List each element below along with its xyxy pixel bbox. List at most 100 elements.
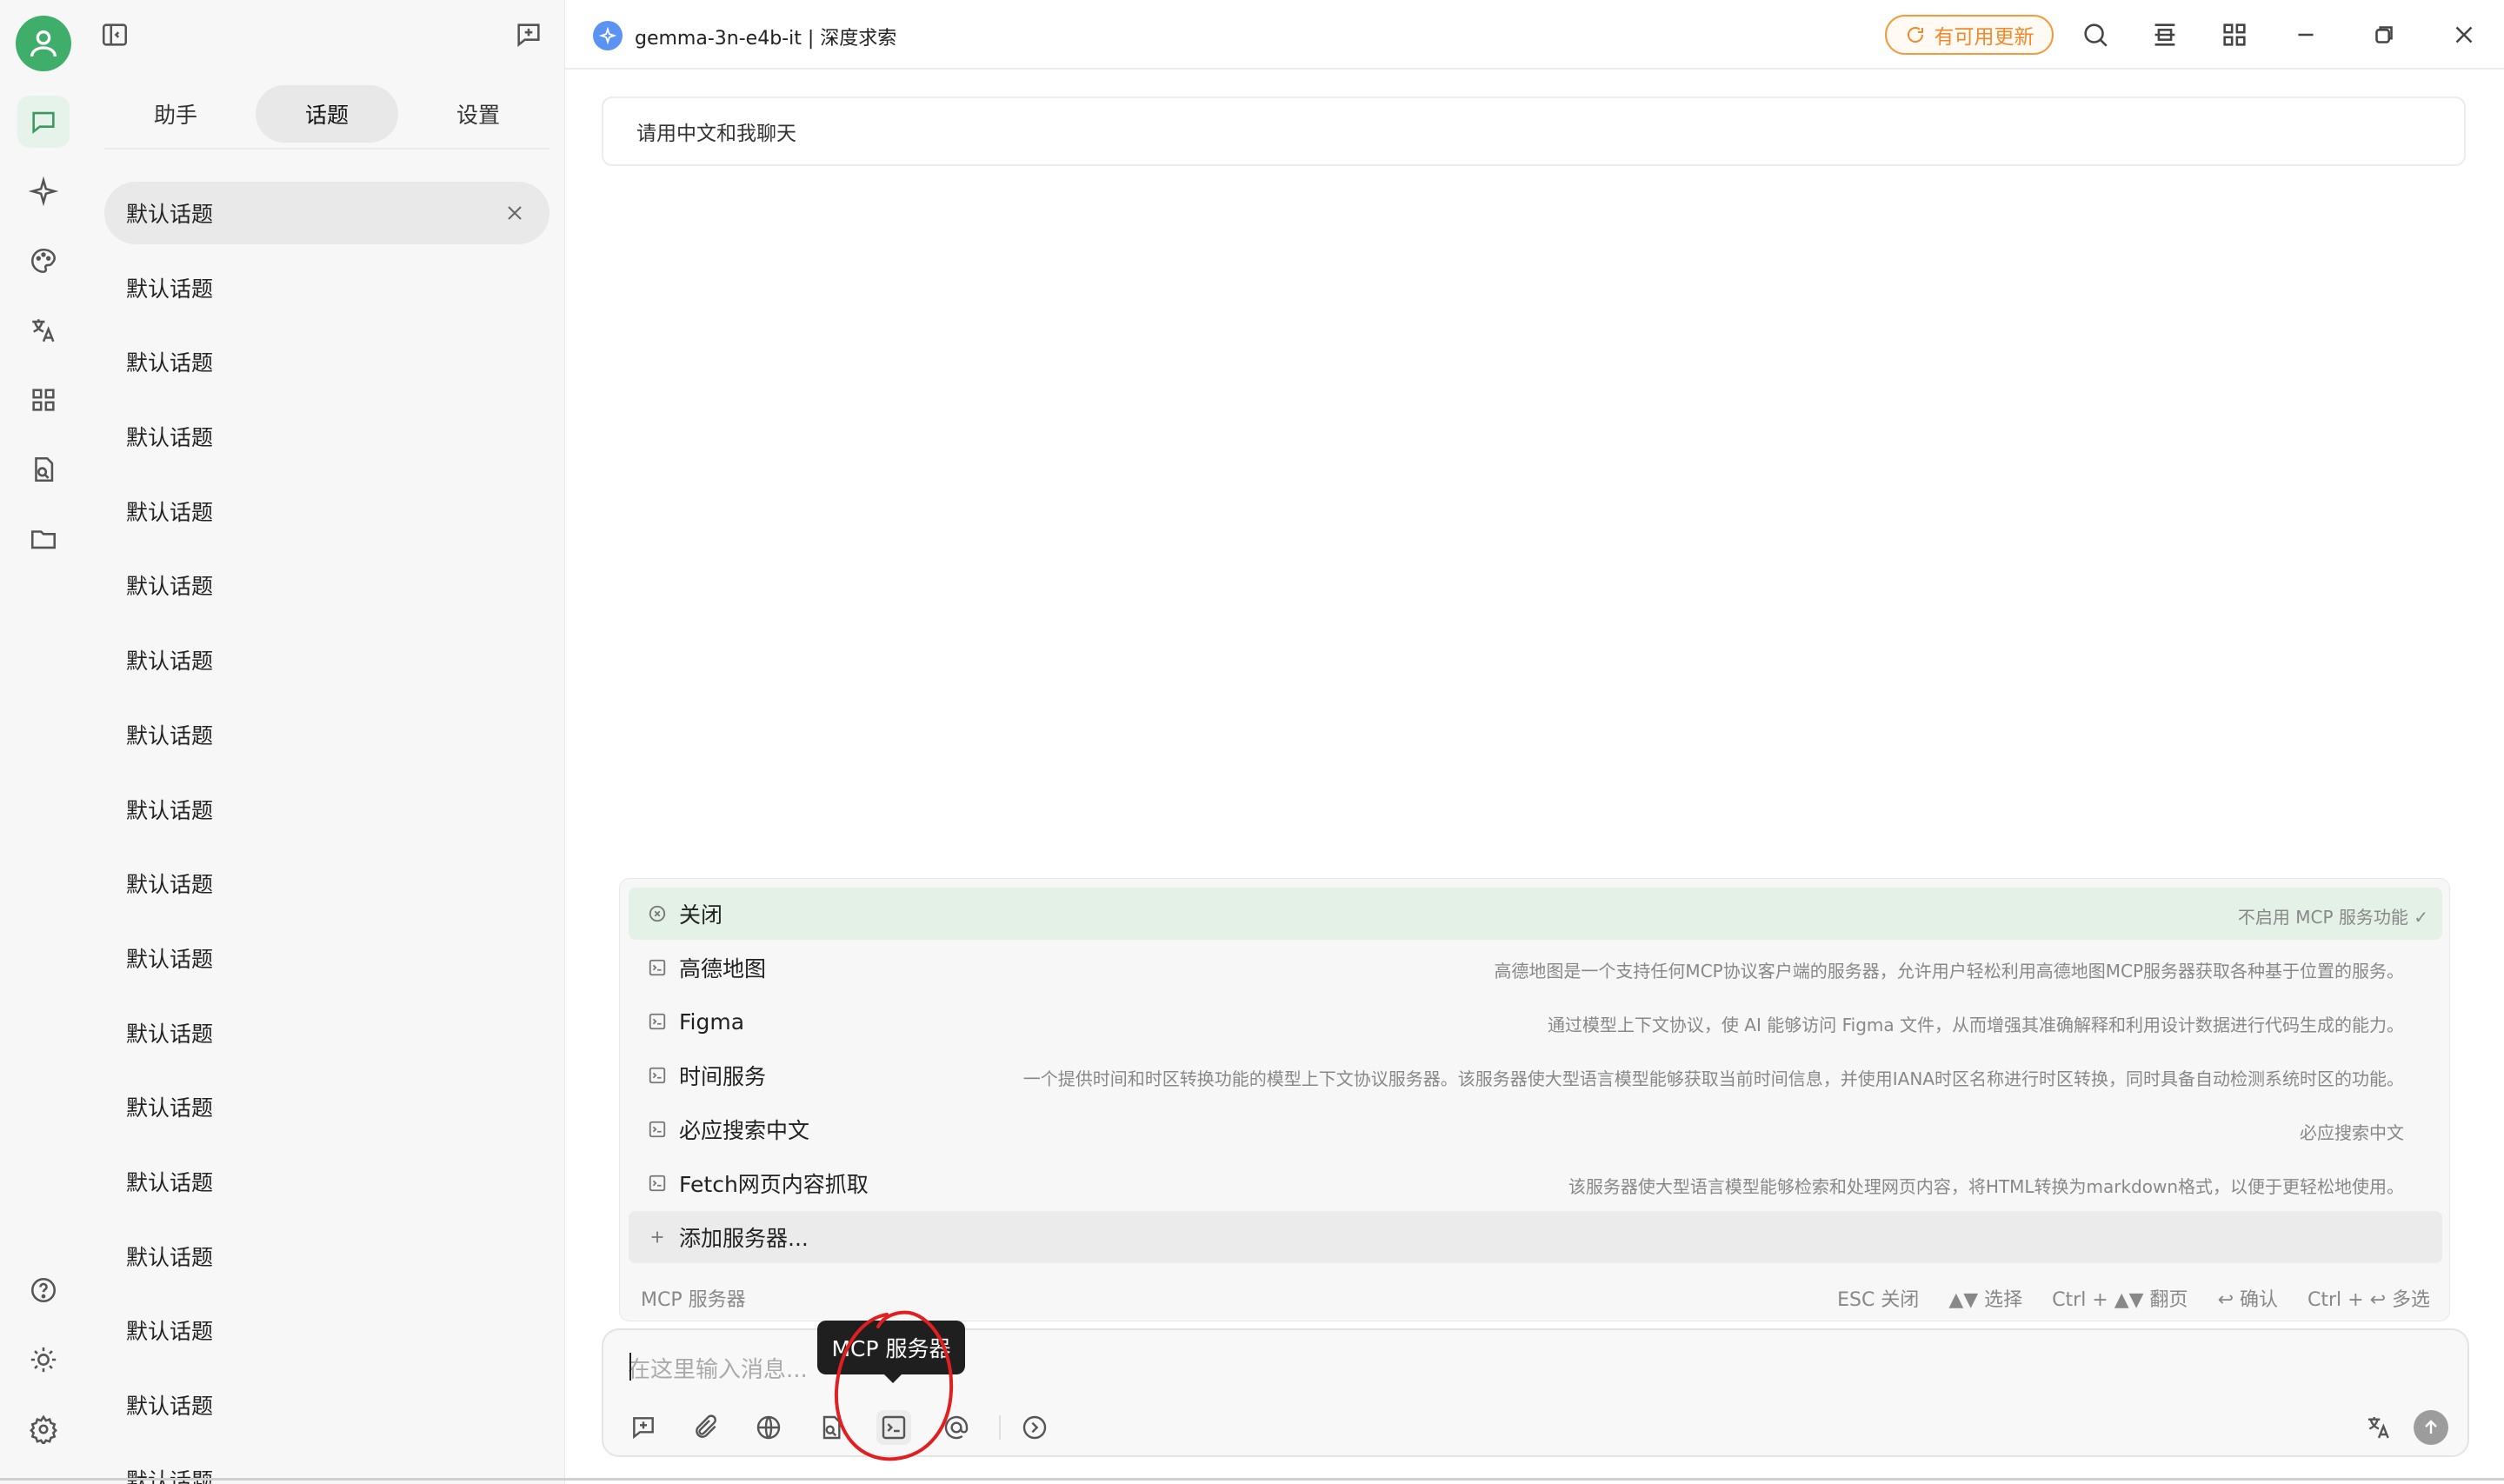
mcp-item-disable[interactable]: 关闭 不启用 MCP 服务功能 ✓ xyxy=(629,888,2442,940)
user-avatar[interactable] xyxy=(16,16,71,71)
more-icon xyxy=(1022,1415,1047,1440)
mention-icon xyxy=(944,1415,969,1440)
topic-item[interactable]: 默认话题 xyxy=(104,1299,549,1361)
update-available-button[interactable]: 有可用更新 xyxy=(1885,15,2054,55)
message-input[interactable]: 在这里输入消息... xyxy=(628,1352,808,1384)
mcp-item-desc: 高德地图是一个支持任何MCP协议客户端的服务器，允许用户轻松利用高德地图MCP服… xyxy=(1494,961,2404,982)
file-search-icon xyxy=(35,456,54,482)
translate-input-button[interactable] xyxy=(2361,1410,2396,1445)
topic-item[interactable]: 默认话题 xyxy=(104,554,549,616)
topic-item[interactable]: 默认话题 xyxy=(104,1150,549,1213)
nav-apps[interactable] xyxy=(17,374,70,426)
close-window-button[interactable] xyxy=(2447,17,2481,52)
topic-item[interactable]: 默认话题 xyxy=(104,1225,549,1288)
theme-icon xyxy=(30,1347,57,1373)
topic-item[interactable]: 默认话题 xyxy=(104,480,549,542)
tab-topics[interactable]: 话题 xyxy=(256,85,398,143)
mcp-tooltip: MCP 服务器 xyxy=(817,1321,965,1383)
palette-icon xyxy=(30,248,57,274)
mcp-item-name: 高德地图 xyxy=(679,956,767,982)
topic-item[interactable]: 默认话题 xyxy=(104,778,549,841)
topic-label: 默认话题 xyxy=(126,202,214,227)
terminal-icon xyxy=(649,1121,666,1138)
nav-settings[interactable] xyxy=(17,1403,70,1455)
system-prompt-text: 请用中文和我聊天 xyxy=(636,123,796,145)
hint-page: Ctrl + ▲▼ 翻页 xyxy=(2052,1289,2188,1311)
window-bottom-border xyxy=(0,1478,2504,1481)
topic-item[interactable]: 默认话题 xyxy=(104,405,549,468)
mcp-item-time[interactable]: 时间服务 一个提供时间和时区转换功能的模型上下文协议服务器。该服务器使大型语言模… xyxy=(629,1049,2442,1101)
mcp-item-amap[interactable]: 高德地图 高德地图是一个支持任何MCP协议客户端的服务器，允许用户轻松利用高德地… xyxy=(629,942,2442,994)
topic-item[interactable]: 默认话题 xyxy=(104,1075,549,1138)
mcp-item-desc: 一个提供时间和时区转换功能的模型上下文协议服务器。该服务器使大型语言模型能够获取… xyxy=(1022,1068,2404,1089)
nav-help[interactable] xyxy=(17,1264,70,1316)
mini-apps-button[interactable] xyxy=(2217,17,2252,52)
nav-files[interactable] xyxy=(17,513,70,565)
nav-agents[interactable] xyxy=(17,165,70,217)
send-button[interactable] xyxy=(2414,1410,2448,1445)
topic-item[interactable]: 默认话题 xyxy=(104,703,549,766)
topic-label: 默认话题 xyxy=(126,350,214,376)
mcp-server-button[interactable] xyxy=(876,1410,911,1445)
nav-translate[interactable] xyxy=(17,304,70,356)
topic-label: 默认话题 xyxy=(126,872,214,898)
topic-label: 默认话题 xyxy=(126,276,214,302)
topic-item[interactable]: 默认话题 xyxy=(104,927,549,989)
mcp-item-desc: 不启用 MCP 服务功能 ✓ xyxy=(2237,907,2428,928)
knowledge-base-button[interactable] xyxy=(814,1410,849,1445)
topic-label: 默认话题 xyxy=(126,1169,214,1195)
mcp-item-figma[interactable]: Figma 通过模型上下文协议，使 AI 能够访问 Figma 文件，从而增强其… xyxy=(629,995,2442,1048)
minimize-button[interactable] xyxy=(2288,17,2323,52)
topic-item[interactable]: 默认话题 xyxy=(104,256,549,319)
search-button[interactable] xyxy=(2078,17,2113,52)
mcp-item-name: 关闭 xyxy=(679,902,723,928)
mention-model-button[interactable] xyxy=(939,1410,974,1445)
mcp-item-name: Figma xyxy=(679,1008,745,1035)
attachment-button[interactable] xyxy=(689,1410,723,1445)
nav-paint[interactable] xyxy=(17,235,70,287)
mcp-item-bing[interactable]: 必应搜索中文 必应搜索中文 xyxy=(629,1103,2442,1155)
topic-label: 默认话题 xyxy=(126,1021,214,1047)
send-icon xyxy=(2425,1420,2437,1434)
mcp-item-add-server[interactable]: 添加服务器... xyxy=(629,1211,2442,1263)
topic-item[interactable]: 默认话题 xyxy=(104,852,549,915)
knowledge-base-icon xyxy=(822,1415,841,1440)
mcp-item-desc: 该服务器使大型语言模型能够检索和处理网页内容，将HTML转换为markdown格… xyxy=(1568,1176,2404,1197)
user-icon xyxy=(30,30,57,57)
topic-label: 默认话题 xyxy=(126,722,214,749)
circle-x-icon xyxy=(649,905,666,922)
nav-theme[interactable] xyxy=(17,1334,70,1386)
tab-settings[interactable]: 设置 xyxy=(407,85,549,143)
web-search-button[interactable] xyxy=(751,1410,786,1445)
topic-item[interactable]: 默认话题 xyxy=(104,1374,549,1436)
activity-bar xyxy=(0,0,87,1484)
toolbar-divider xyxy=(999,1415,1001,1440)
topic-item[interactable]: 默认话题 xyxy=(104,1002,549,1064)
more-tools-button[interactable] xyxy=(1017,1410,1052,1445)
system-prompt-card[interactable]: 请用中文和我聊天 xyxy=(602,96,2466,166)
mcp-item-fetch[interactable]: Fetch网页内容抓取 该服务器使大型语言模型能够检索和处理网页内容，将HTML… xyxy=(629,1157,2442,1209)
topic-item[interactable]: 默认话题 xyxy=(104,629,549,691)
chat-icon xyxy=(32,111,55,134)
nav-knowledge[interactable] xyxy=(17,443,70,496)
title-bar: gemma-3n-e4b-it | 深度求索 有可用更新 xyxy=(565,0,2504,70)
close-icon[interactable] xyxy=(504,203,525,223)
model-name[interactable]: gemma-3n-e4b-it | 深度求索 xyxy=(635,23,896,50)
minimize-icon xyxy=(2298,33,2314,37)
mcp-item-name: 必应搜索中文 xyxy=(679,1118,810,1143)
toggle-sidebar-button[interactable] xyxy=(96,16,134,54)
tab-assistant[interactable]: 助手 xyxy=(104,85,247,143)
terminal-icon xyxy=(649,1013,666,1030)
new-topic-button[interactable] xyxy=(509,16,548,54)
nav-chat[interactable] xyxy=(17,96,70,148)
layout-button[interactable] xyxy=(2148,17,2182,52)
new-topic-icon xyxy=(633,1417,654,1440)
restore-icon xyxy=(2375,26,2393,43)
topic-item[interactable]: 默认话题 xyxy=(104,330,549,393)
topic-sidebar: 助手 话题 设置 默认话题 默认话题 默认话题 默认话题 默认话题 默认话题 默… xyxy=(87,0,565,1484)
new-topic-tool-button[interactable] xyxy=(626,1410,661,1445)
restore-button[interactable] xyxy=(2367,17,2401,52)
mcp-item-desc: 通过模型上下文协议，使 AI 能够访问 Figma 文件，从而增强其准确解释和利… xyxy=(1547,1015,2404,1035)
mcp-item-name: Fetch网页内容抓取 xyxy=(679,1172,869,1197)
topic-item[interactable]: 默认话题 xyxy=(104,182,549,244)
